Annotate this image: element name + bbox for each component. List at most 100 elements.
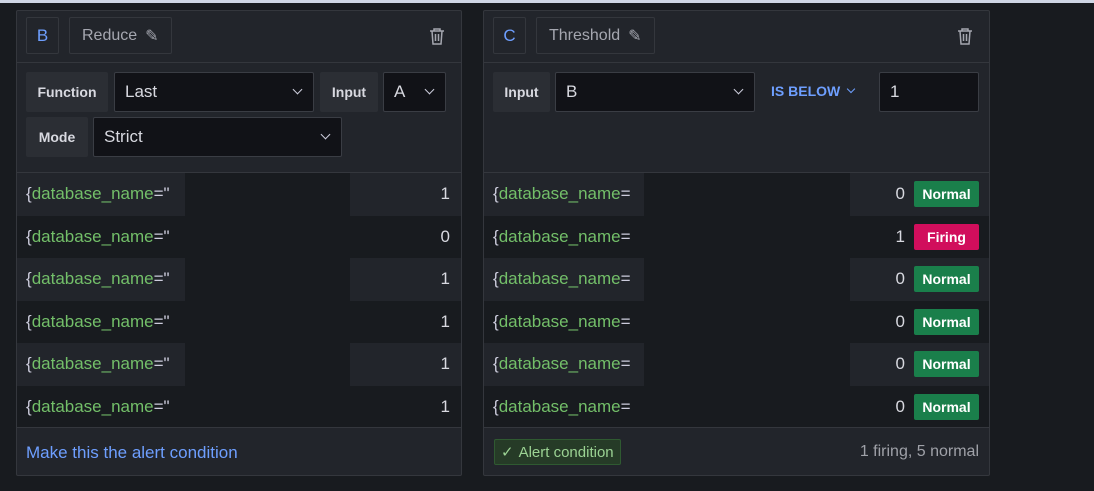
chevron-down-icon	[733, 84, 744, 95]
label-set: {database_name="	[26, 396, 170, 416]
row-value: 1	[440, 311, 450, 331]
row-value: 0	[895, 354, 905, 374]
result-rows: {database_name=" 1 {database_name=" 0 {datab…	[17, 172, 461, 428]
state-badge: Normal	[914, 393, 979, 420]
result-rows: {database_name= 0 Normal {database_name= 1 Fi…	[484, 172, 989, 428]
redacted-value	[185, 300, 350, 343]
label-sep: ="	[153, 269, 170, 289]
label-key: database_name	[31, 226, 154, 246]
operator-select[interactable]: IS BELOW	[771, 83, 856, 99]
result-row: {database_name= 0 Normal	[484, 343, 989, 386]
label-set: {database_name="	[26, 226, 170, 246]
result-row: {database_name= 0 Normal	[484, 385, 989, 428]
state-badge: Firing	[914, 223, 979, 250]
threshold-expression-panel: C Threshold ✎ Input B IS BELOW 1 {databas…	[483, 10, 990, 476]
label-set: {database_name=	[493, 354, 631, 374]
label-key: database_name	[31, 269, 154, 289]
label-set: {database_name=	[493, 226, 631, 246]
function-label: Function	[26, 72, 108, 112]
function-value: Last	[125, 82, 158, 101]
input-label: Input	[493, 72, 550, 112]
expression-name-button[interactable]: Reduce ✎	[69, 17, 172, 54]
redacted-value	[644, 300, 850, 343]
row-value: 0	[895, 396, 905, 416]
redacted-value	[644, 215, 850, 258]
redacted-value	[185, 173, 350, 216]
check-icon: ✓	[501, 444, 514, 461]
chevron-down-icon	[846, 84, 856, 94]
label-set: {database_name=	[493, 311, 631, 331]
label-key: database_name	[498, 396, 621, 416]
label-set: {database_name="	[26, 311, 170, 331]
label-sep: =	[620, 311, 631, 331]
threshold-input[interactable]: 1	[879, 72, 979, 112]
label-key: database_name	[498, 311, 621, 331]
alert-condition-label: Alert condition	[518, 443, 614, 461]
function-select[interactable]: Last	[114, 72, 314, 112]
result-row: {database_name=" 1	[17, 173, 461, 216]
row-value: 0	[895, 184, 905, 204]
label-key: database_name	[31, 311, 154, 331]
panel-footer: ✓ Alert condition 1 firing, 5 normal	[484, 427, 989, 476]
label-set: {database_name=	[493, 269, 631, 289]
redacted-value	[644, 173, 850, 216]
label-key: database_name	[498, 184, 621, 204]
top-strip	[0, 0, 1094, 3]
mode-label: Mode	[26, 117, 88, 157]
expression-name: Threshold	[549, 26, 621, 44]
state-badge: Normal	[914, 351, 979, 377]
state-badge: Normal	[914, 308, 979, 335]
ref-id: C	[493, 17, 526, 54]
state-summary: 1 firing, 5 normal	[859, 443, 979, 460]
expression-name: Reduce	[82, 26, 138, 44]
pencil-icon: ✎	[628, 27, 642, 45]
expression-name-button[interactable]: Threshold ✎	[536, 17, 655, 54]
input-value: A	[394, 82, 406, 101]
row-value: 0	[895, 311, 905, 331]
alert-condition-badge: ✓ Alert condition	[494, 439, 621, 465]
input-value: B	[566, 82, 578, 101]
operator-value: IS BELOW	[771, 83, 841, 99]
label-sep: ="	[153, 226, 170, 246]
label-key: database_name	[498, 354, 621, 374]
redacted-value	[644, 343, 850, 386]
label-sep: =	[620, 354, 631, 374]
result-row: {database_name=" 1	[17, 343, 461, 386]
row-value: 0	[895, 269, 905, 289]
state-badge: Normal	[914, 181, 979, 207]
panel-footer: Make this the alert condition	[17, 427, 461, 476]
panel-header: B Reduce ✎	[17, 11, 461, 63]
input-label: Input	[320, 72, 378, 112]
row-value: 1	[440, 354, 450, 374]
chevron-down-icon	[292, 84, 303, 95]
label-set: {database_name="	[26, 354, 170, 374]
trash-icon[interactable]	[429, 27, 445, 45]
trash-icon[interactable]	[957, 27, 973, 45]
make-alert-condition-link[interactable]: Make this the alert condition	[26, 443, 238, 463]
redacted-value	[185, 343, 350, 386]
label-key: database_name	[498, 226, 621, 246]
result-row: {database_name=" 1	[17, 385, 461, 428]
row-value: 1	[440, 269, 450, 289]
result-row: {database_name= 0 Normal	[484, 258, 989, 301]
row-value: 0	[440, 226, 450, 246]
label-key: database_name	[498, 269, 621, 289]
threshold-value: 1	[890, 82, 900, 101]
state-badge: Normal	[914, 266, 979, 292]
label-sep: =	[620, 396, 631, 416]
input-select[interactable]: A	[383, 72, 446, 112]
label-sep: =	[620, 226, 631, 246]
redacted-value	[644, 258, 850, 301]
result-row: {database_name=" 0	[17, 215, 461, 258]
mode-select[interactable]: Strict	[93, 117, 342, 157]
redacted-value	[185, 385, 350, 428]
result-row: {database_name=" 1	[17, 258, 461, 301]
label-key: database_name	[31, 354, 154, 374]
redacted-value	[644, 385, 850, 428]
input-select[interactable]: B	[555, 72, 755, 112]
label-set: {database_name="	[26, 184, 170, 204]
pencil-icon: ✎	[145, 27, 159, 45]
row-value: 1	[895, 226, 905, 246]
row-value: 1	[440, 184, 450, 204]
label-sep: ="	[153, 354, 170, 374]
